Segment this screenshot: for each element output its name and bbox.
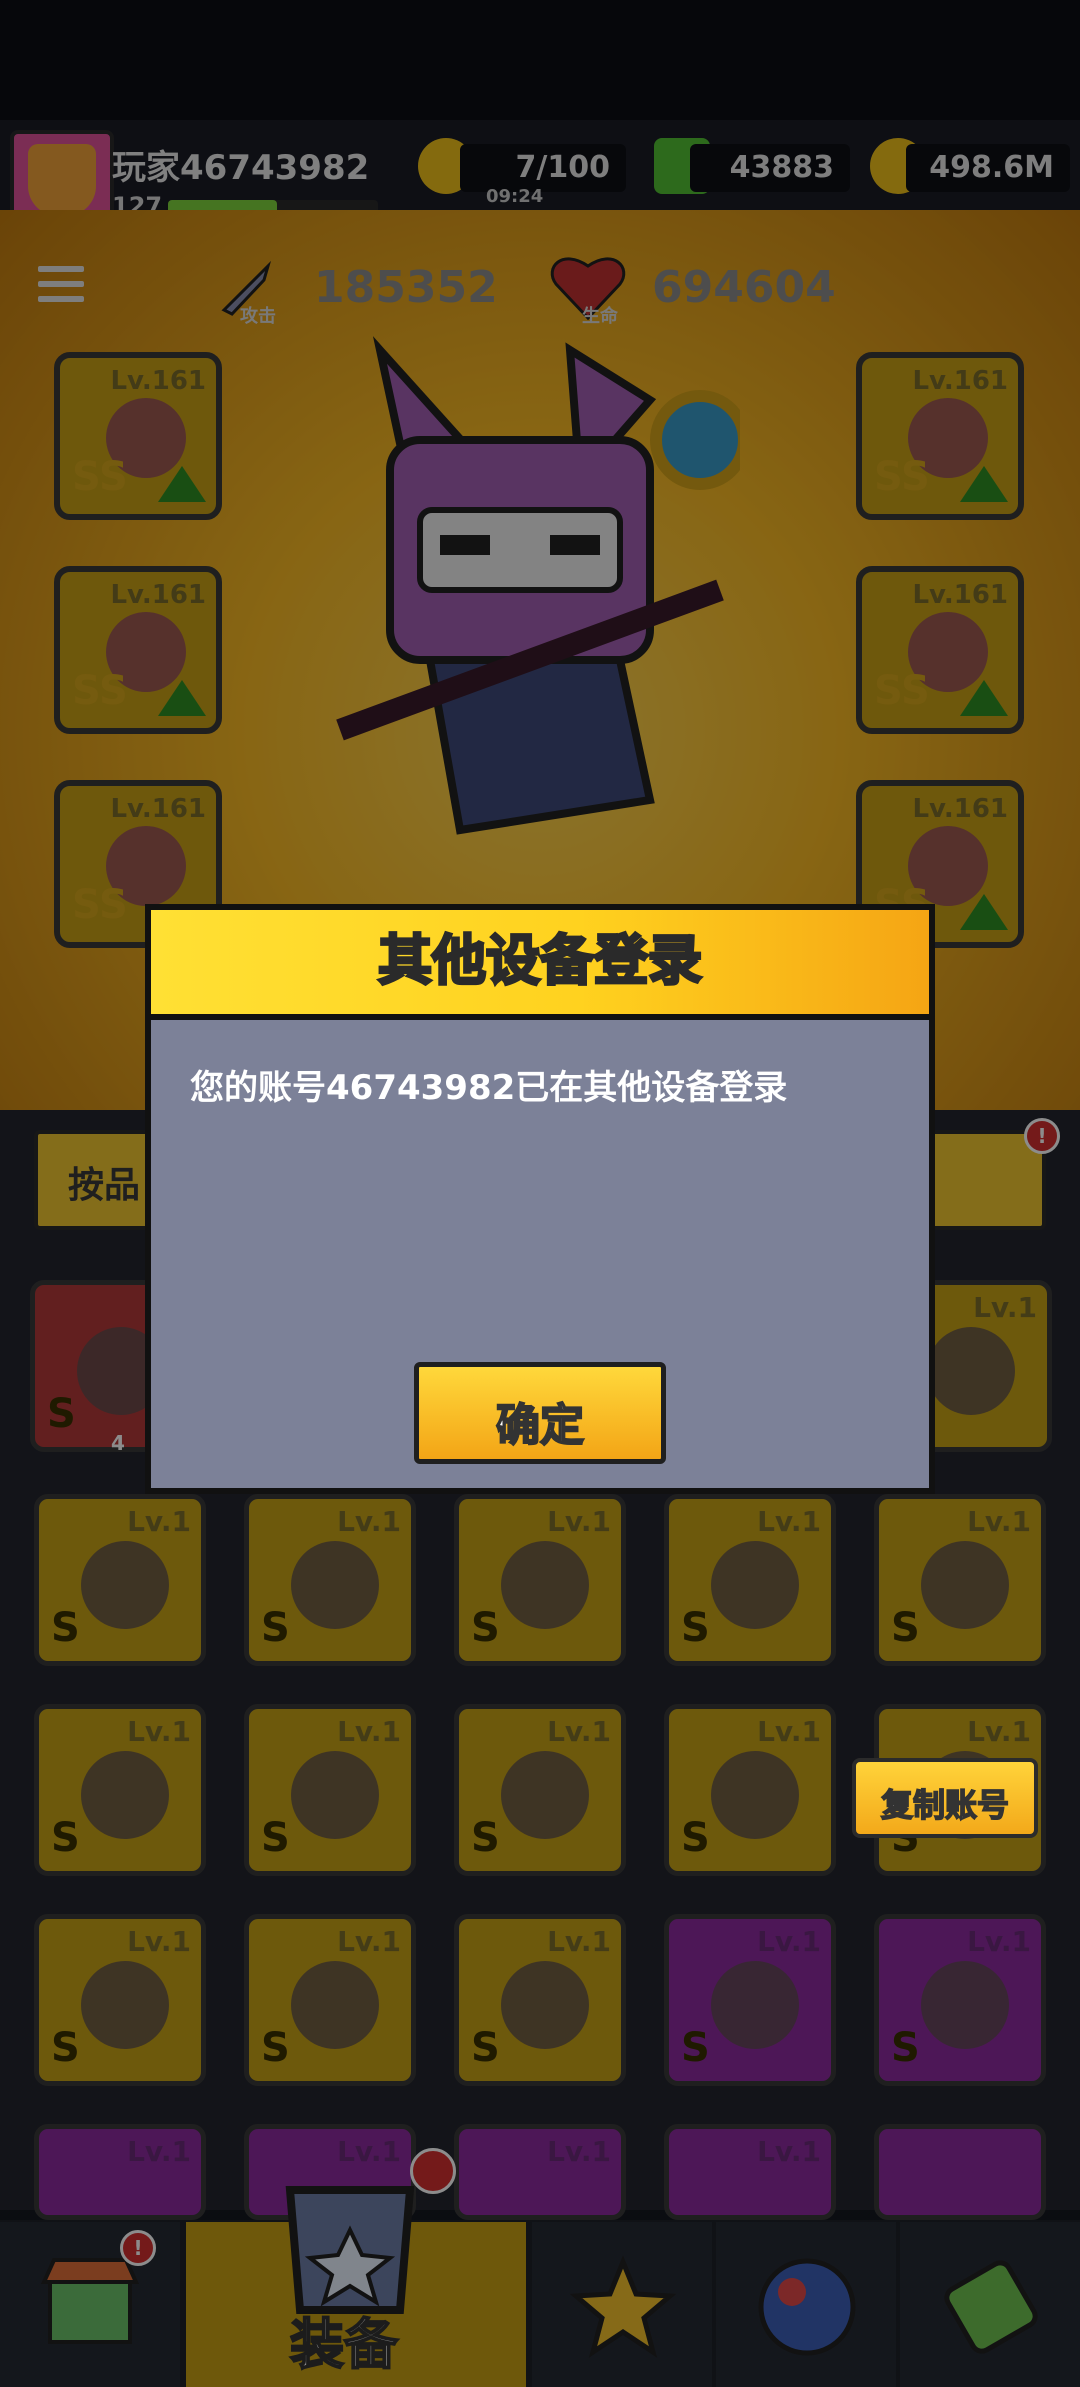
copy-account-button[interactable]: 复制账号 [852, 1758, 1038, 1838]
dialog-message: 您的账号46743982已在其他设备登录 [190, 1068, 788, 1108]
copy-account-label: 复制账号 [880, 1785, 1010, 1825]
confirm-button-label: 确定 [495, 1399, 585, 1452]
confirm-button[interactable]: 确定 [414, 1362, 666, 1464]
dialog-title: 其他设备登录 [377, 928, 704, 994]
